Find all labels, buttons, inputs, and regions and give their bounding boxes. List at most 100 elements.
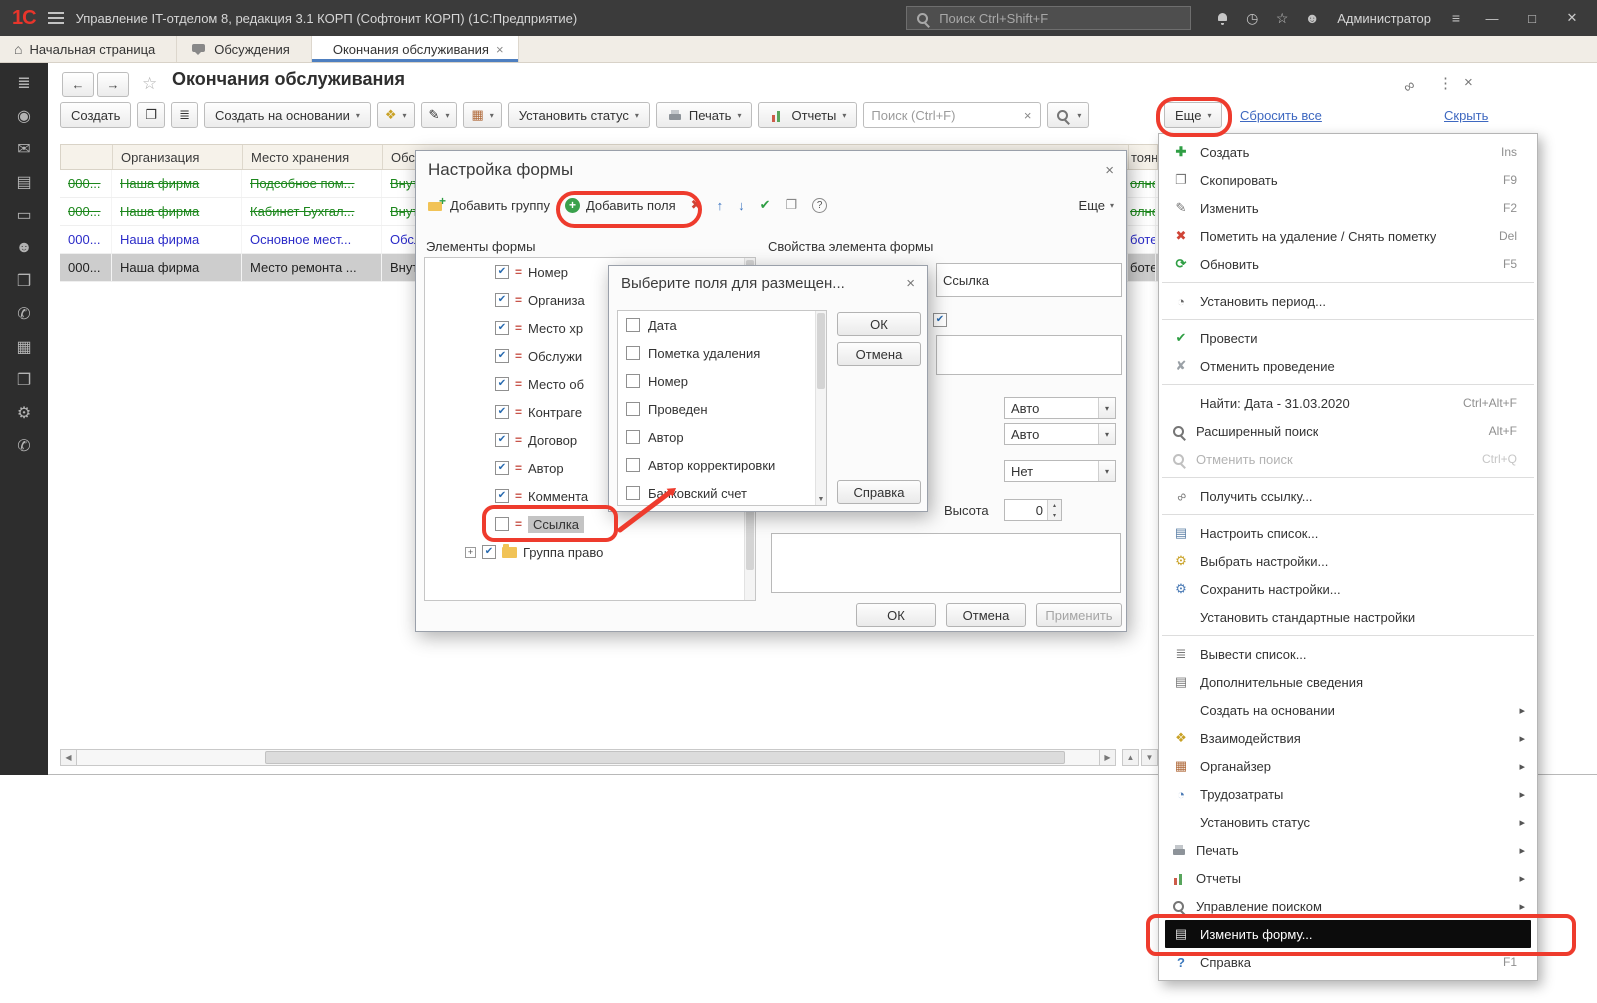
field-option[interactable]: Дата: [618, 311, 826, 339]
menu-item[interactable]: ▤ Изменить форму...: [1165, 920, 1531, 948]
horizontal-scrollbar[interactable]: ◀ ▶: [60, 749, 1116, 766]
copy-icon[interactable]: ❐: [785, 197, 797, 213]
item-checkbox[interactable]: [626, 486, 640, 500]
column-header-state[interactable]: тояни: [1129, 145, 1157, 169]
item-checkbox[interactable]: ✔: [495, 433, 509, 447]
item-checkbox[interactable]: ✔: [495, 349, 509, 363]
menu-item[interactable]: Отменить поиск Ctrl+Q: [1159, 445, 1537, 473]
item-checkbox[interactable]: [626, 430, 640, 444]
item-checkbox[interactable]: ✔: [495, 377, 509, 391]
dialog-more-button[interactable]: Еще▾: [1079, 198, 1114, 213]
copy-item-button[interactable]: ❐: [137, 102, 165, 128]
menu-item[interactable]: ⚙ Сохранить настройки...: [1159, 575, 1537, 603]
property-combo-3[interactable]: Нет▾: [1004, 460, 1116, 482]
chat2-icon[interactable]: ✉: [14, 139, 34, 159]
book-icon[interactable]: ❐: [14, 370, 34, 390]
menu-item[interactable]: Установить статус ▸: [1159, 808, 1537, 836]
menu-item[interactable]: Расширенный поиск Alt+F: [1159, 417, 1537, 445]
set-status-button[interactable]: Установить статус▾: [508, 102, 650, 128]
globe-icon[interactable]: ◉: [14, 106, 34, 126]
menu-item[interactable]: Отчеты ▸: [1159, 864, 1537, 892]
menu-item[interactable]: ▤ Дополнительные сведения: [1159, 668, 1537, 696]
menu-item[interactable]: [1159, 510, 1537, 519]
item-checkbox[interactable]: ✔: [495, 265, 509, 279]
get-link-icon[interactable]: ∞: [1400, 76, 1419, 96]
maximize-button[interactable]: □: [1519, 11, 1545, 26]
forward-button[interactable]: →: [97, 72, 129, 97]
field-option[interactable]: Пометка удаления: [618, 339, 826, 367]
clear-search-icon[interactable]: ×: [1022, 108, 1034, 123]
add-group-button[interactable]: Добавить группу: [428, 198, 550, 213]
minimize-button[interactable]: —: [1479, 11, 1505, 26]
property-link-field[interactable]: Ссылка: [936, 263, 1122, 297]
notifications-icon[interactable]: [1215, 11, 1231, 26]
reset-all-link[interactable]: Сбросить все: [1240, 108, 1322, 123]
scroll-thumb[interactable]: [817, 313, 825, 389]
item-checkbox[interactable]: ✔: [495, 489, 509, 503]
global-search-input[interactable]: Поиск Ctrl+Shift+F: [906, 6, 1191, 30]
menu-item[interactable]: [1159, 380, 1537, 389]
favorites-icon[interactable]: ☆: [1273, 9, 1291, 27]
menu-item[interactable]: ◔ Трудозатраты ▸: [1159, 780, 1537, 808]
item-checkbox[interactable]: [626, 374, 640, 388]
box-icon[interactable]: ❒: [14, 271, 34, 291]
menu-item[interactable]: Установить стандартные настройки: [1159, 603, 1537, 631]
menu-item[interactable]: Управление поиском ▸: [1159, 892, 1537, 920]
edit-doc-button[interactable]: ✎▾: [421, 102, 458, 128]
fields-cancel-button[interactable]: Отмена: [837, 342, 921, 366]
item-checkbox[interactable]: ✔: [495, 461, 509, 475]
scroll-thumb[interactable]: [265, 751, 1065, 764]
column-header-organization[interactable]: Организация: [113, 145, 243, 169]
field-option[interactable]: Банковский счет: [618, 479, 826, 506]
history-icon[interactable]: ◷: [1243, 9, 1261, 27]
window-close-button[interactable]: ✕: [1559, 10, 1585, 26]
move-up-icon[interactable]: ↑: [717, 198, 724, 213]
item-checkbox[interactable]: ✔: [495, 405, 509, 419]
fields-list[interactable]: Дата Пометка удаления Номер Пров: [617, 310, 827, 506]
spin-down-icon[interactable]: ▾: [1048, 510, 1061, 520]
grid-button[interactable]: ▦▾: [463, 102, 501, 128]
menu-item[interactable]: ❖ Взаимодействия ▸: [1159, 724, 1537, 752]
menu-item[interactable]: ▤ Настроить список...: [1159, 519, 1537, 547]
calendar-icon[interactable]: ▦: [14, 337, 34, 357]
support-users-icon[interactable]: ☻: [1303, 9, 1321, 27]
service-menu-icon[interactable]: ≡: [1447, 9, 1465, 27]
tree-item[interactable]: = Ссылка: [425, 510, 755, 538]
mail-icon[interactable]: ✆: [14, 304, 34, 324]
monitor-icon[interactable]: ▭: [14, 205, 34, 225]
scroll-track[interactable]: [77, 749, 1099, 766]
menu-item[interactable]: ✔ Провести: [1159, 324, 1537, 352]
main-menu-icon[interactable]: [48, 12, 64, 24]
tab[interactable]: ⌂ Начальная страница: [0, 36, 177, 62]
item-checkbox[interactable]: [626, 458, 640, 472]
menu-item[interactable]: ✚ Создать Ins: [1159, 138, 1537, 166]
menu-item[interactable]: ✎ Изменить F2: [1159, 194, 1537, 222]
menu-item[interactable]: Создать на основании ▸: [1159, 696, 1537, 724]
print-button[interactable]: Печать▾: [656, 102, 753, 128]
property-text-field[interactable]: [936, 335, 1122, 375]
menu-item[interactable]: ✖ Пометить на удаление / Снять пометку D…: [1159, 222, 1537, 250]
field-option[interactable]: Автор корректировки: [618, 451, 826, 479]
tab-close-icon[interactable]: ×: [496, 42, 504, 57]
phone-icon[interactable]: ✆: [14, 436, 34, 456]
property-description-field[interactable]: [771, 533, 1121, 593]
dialog-close-icon[interactable]: ×: [1095, 162, 1114, 179]
help-icon[interactable]: [812, 198, 827, 213]
menu-item[interactable]: [1159, 473, 1537, 482]
item-checkbox[interactable]: ✔: [495, 321, 509, 335]
search-button[interactable]: ▾: [1047, 102, 1089, 128]
list-view-button[interactable]: ≣: [171, 102, 198, 128]
item-checkbox[interactable]: ✔: [482, 545, 496, 559]
field-option[interactable]: Номер: [618, 367, 826, 395]
add-fields-button[interactable]: Добавить поля: [565, 198, 676, 213]
tab[interactable]: Окончания обслуживания ×: [312, 36, 519, 62]
more-dots-icon[interactable]: ⋮: [1438, 74, 1453, 92]
dialog-ok-button[interactable]: ОК: [856, 603, 936, 627]
form-close-icon[interactable]: ×: [1464, 74, 1473, 91]
item-checkbox[interactable]: [626, 318, 640, 332]
menu-item[interactable]: Печать ▸: [1159, 836, 1537, 864]
column-header-number[interactable]: [61, 145, 113, 169]
more-button[interactable]: Еще▾: [1164, 102, 1222, 128]
fields-scrollbar[interactable]: ▼: [815, 311, 826, 505]
menu-item[interactable]: [1159, 631, 1537, 640]
